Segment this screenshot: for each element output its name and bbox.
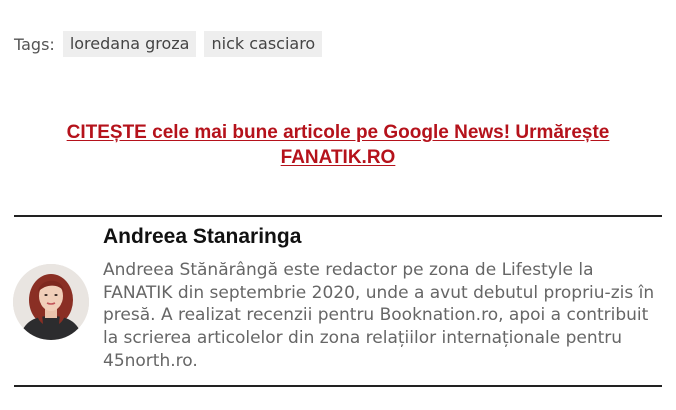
author-box-bottom-divider: [14, 385, 662, 387]
google-news-cta: CITEȘTE cele mai bune articole pe Google…: [14, 120, 662, 170]
author-bio: Andreea Stănărângă este redactor pe zona…: [103, 260, 655, 371]
tags-label: Tags:: [14, 34, 55, 54]
google-news-link[interactable]: CITEȘTE cele mai bune articole pe Google…: [67, 122, 610, 168]
author-name-link[interactable]: Andreea Stanaringa: [103, 225, 301, 249]
author-avatar[interactable]: [13, 264, 89, 340]
author-box-top-divider: [14, 215, 662, 217]
author-photo-icon: [13, 264, 89, 340]
tags-row: Tags: loredana groza nick casciaro: [14, 31, 330, 57]
tag-loredana-groza[interactable]: loredana groza: [62, 31, 197, 57]
tag-nick-casciaro[interactable]: nick casciaro: [204, 31, 323, 57]
